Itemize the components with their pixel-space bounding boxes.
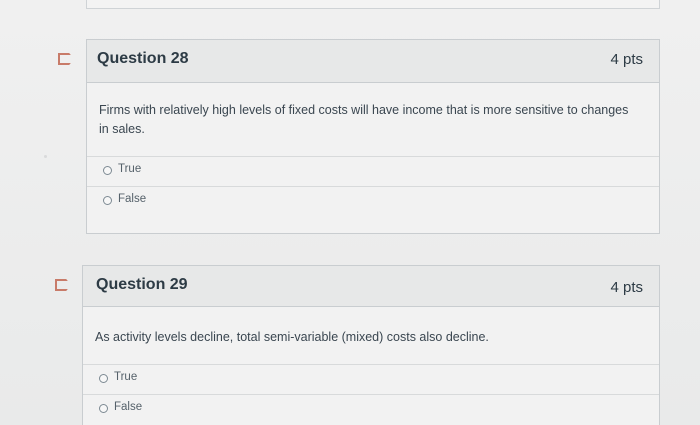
question-28-answer-false[interactable]: False — [87, 186, 659, 217]
question-29-title: Question 29 — [96, 276, 188, 293]
radio-button[interactable] — [99, 404, 108, 413]
question-28-flag-icon[interactable] — [58, 53, 74, 65]
question-28-text: Firms with relatively high levels of fix… — [99, 103, 629, 136]
radio-button[interactable] — [99, 374, 108, 383]
radio-button[interactable] — [103, 166, 112, 175]
question-29-answer-false[interactable]: False — [83, 394, 659, 425]
question-29-card: Question 29 4 pts As activity levels dec… — [82, 265, 660, 425]
question-29-flag-icon[interactable] — [55, 279, 71, 291]
question-28-title: Question 28 — [97, 50, 189, 67]
previous-question-card — [86, 0, 660, 9]
question-29-points: 4 pts — [610, 279, 643, 296]
question-28-points: 4 pts — [610, 51, 643, 68]
background-dot — [44, 155, 47, 158]
question-28-header: Question 28 4 pts — [87, 40, 659, 83]
question-28-card: Question 28 4 pts Firms with relatively … — [86, 39, 660, 234]
question-29-header: Question 29 4 pts — [83, 266, 659, 307]
answer-label: False — [114, 401, 143, 413]
answer-label: False — [118, 193, 147, 205]
answer-label: True — [114, 371, 138, 383]
answer-label: True — [118, 163, 142, 175]
question-29-text: As activity levels decline, total semi-v… — [95, 330, 489, 344]
question-29-answer-true[interactable]: True — [83, 364, 659, 395]
quiz-page: Question 28 4 pts Firms with relatively … — [0, 0, 700, 425]
radio-button[interactable] — [103, 196, 112, 205]
question-28-answer-true[interactable]: True — [87, 156, 659, 187]
